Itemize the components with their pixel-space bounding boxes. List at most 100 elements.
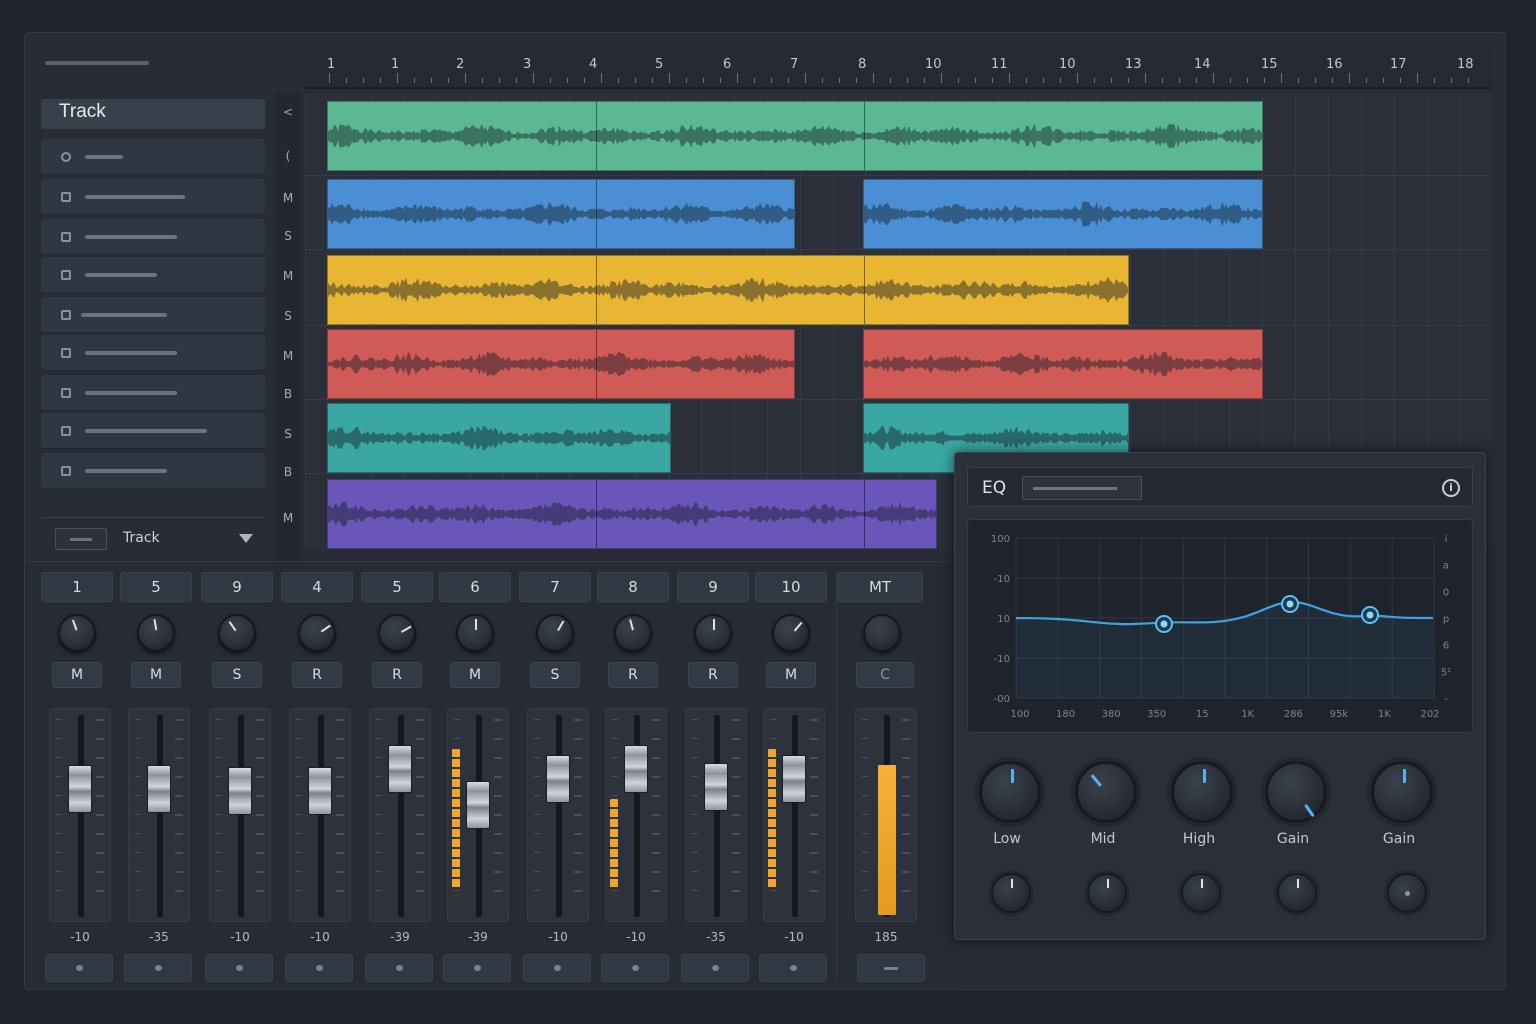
channel-select-button[interactable]: [124, 954, 192, 982]
channel-select-button[interactable]: [365, 954, 433, 982]
channel-mode-button[interactable]: R: [292, 662, 342, 688]
fader-cap[interactable]: [704, 763, 728, 811]
info-icon[interactable]: i: [1442, 479, 1460, 497]
track-row[interactable]: [41, 297, 265, 333]
pan-knob[interactable]: [137, 614, 175, 652]
channel-number[interactable]: 5: [120, 572, 192, 602]
channel-mode-button[interactable]: S: [530, 662, 580, 688]
pan-knob[interactable]: [536, 614, 574, 652]
channel-fader[interactable]: [209, 708, 271, 922]
channel-number[interactable]: 1: [41, 572, 113, 602]
track-row[interactable]: [41, 335, 265, 371]
channel-fader[interactable]: [855, 708, 917, 922]
solo-toggle[interactable]: S: [275, 427, 301, 441]
pan-knob[interactable]: [58, 614, 96, 652]
collapse-icon[interactable]: <: [275, 105, 301, 119]
eq-small-knob[interactable]: [1087, 873, 1127, 913]
channel-select-button[interactable]: [857, 954, 925, 982]
channel-number[interactable]: 10: [755, 572, 827, 602]
solo-toggle[interactable]: S: [275, 309, 301, 323]
channel-mode-button[interactable]: R: [608, 662, 658, 688]
eq-preset-field[interactable]: [1022, 476, 1142, 500]
pan-knob[interactable]: [456, 614, 494, 652]
mute-toggle[interactable]: M: [275, 191, 301, 205]
audio-clip[interactable]: [327, 255, 1129, 325]
menu-handle[interactable]: [45, 61, 149, 65]
bypass-toggle[interactable]: B: [275, 387, 301, 401]
channel-number[interactable]: 4: [281, 572, 353, 602]
channel-number[interactable]: MT: [837, 572, 923, 602]
channel-mode-button[interactable]: R: [372, 662, 422, 688]
audio-clip[interactable]: [327, 101, 1263, 171]
audio-clip[interactable]: [327, 179, 795, 249]
channel-mode-button[interactable]: M: [131, 662, 181, 688]
fader-cap[interactable]: [624, 745, 648, 793]
channel-select-button[interactable]: [759, 954, 827, 982]
fader-cap[interactable]: [782, 755, 806, 803]
channel-number[interactable]: 6: [439, 572, 511, 602]
add-track-button[interactable]: [55, 528, 107, 550]
audio-clip[interactable]: [327, 403, 671, 473]
pan-knob[interactable]: [694, 614, 732, 652]
eq-graph[interactable]: 100 -10 10 -10 -00 100 180 380 350 15 1K 286 95k 1K 20…: [967, 519, 1473, 733]
eq-small-knob[interactable]: [1277, 873, 1317, 913]
track-row[interactable]: [41, 257, 265, 293]
channel-fader[interactable]: [763, 708, 825, 922]
eq-knob-high[interactable]: [1171, 761, 1233, 823]
fader-cap[interactable]: [147, 765, 171, 813]
channel-select-button[interactable]: [443, 954, 511, 982]
solo-toggle[interactable]: S: [275, 229, 301, 243]
track-row[interactable]: [41, 413, 265, 449]
channel-fader[interactable]: [369, 708, 431, 922]
eq-small-knob[interactable]: [1181, 873, 1221, 913]
channel-select-button[interactable]: [601, 954, 669, 982]
mute-toggle[interactable]: M: [275, 511, 301, 525]
fader-cap[interactable]: [68, 765, 92, 813]
channel-mode-button[interactable]: M: [52, 662, 102, 688]
pan-knob[interactable]: [378, 614, 416, 652]
channel-mode-button[interactable]: R: [688, 662, 738, 688]
eq-knob-mid[interactable]: [1075, 761, 1137, 823]
track-row[interactable]: [41, 453, 265, 489]
fader-cap[interactable]: [466, 781, 490, 829]
track-row[interactable]: [41, 179, 265, 215]
eq-knob-gain[interactable]: [1265, 761, 1327, 823]
eq-knob-gain[interactable]: [1371, 761, 1433, 823]
chevron-down-icon[interactable]: [239, 534, 253, 543]
channel-fader[interactable]: [289, 708, 351, 922]
channel-fader[interactable]: [605, 708, 667, 922]
channel-mode-button[interactable]: M: [450, 662, 500, 688]
audio-clip[interactable]: [863, 179, 1263, 249]
channel-number[interactable]: 9: [201, 572, 273, 602]
fader-cap[interactable]: [308, 767, 332, 815]
pan-knob[interactable]: [772, 614, 810, 652]
master-pan-knob[interactable]: [863, 614, 901, 652]
channel-number[interactable]: 5: [361, 572, 433, 602]
track-row[interactable]: [41, 375, 265, 411]
channel-select-button[interactable]: [681, 954, 749, 982]
fader-cap[interactable]: [388, 745, 412, 793]
channel-select-button[interactable]: [523, 954, 591, 982]
pan-knob[interactable]: [218, 614, 256, 652]
channel-select-button[interactable]: [205, 954, 273, 982]
channel-fader[interactable]: [527, 708, 589, 922]
audio-clip[interactable]: [327, 329, 795, 399]
pan-knob[interactable]: [614, 614, 652, 652]
audio-clip[interactable]: [327, 479, 937, 549]
channel-mode-button[interactable]: M: [766, 662, 816, 688]
bypass-toggle[interactable]: B: [275, 465, 301, 479]
eq-small-knob[interactable]: [1387, 873, 1427, 913]
channel-number[interactable]: 9: [677, 572, 749, 602]
channel-number[interactable]: 7: [519, 572, 591, 602]
channel-select-button[interactable]: [285, 954, 353, 982]
eq-knob-low[interactable]: [979, 761, 1041, 823]
channel-fader[interactable]: [447, 708, 509, 922]
timeline-ruler[interactable]: 1 1 2 3 4 5 6 7 8 10 11 10 13 14 15 16 17 18: [305, 43, 1493, 89]
channel-mode-button[interactable]: S: [212, 662, 262, 688]
eq-small-knob[interactable]: [991, 873, 1031, 913]
mute-toggle[interactable]: M: [275, 349, 301, 363]
eq-curve-plot[interactable]: 100-1010-10-00100 180 380 350 15 1K 286 95k 1K 20…: [968, 520, 1474, 734]
audio-clip[interactable]: [863, 329, 1263, 399]
fader-cap[interactable]: [546, 755, 570, 803]
pan-knob[interactable]: [298, 614, 336, 652]
